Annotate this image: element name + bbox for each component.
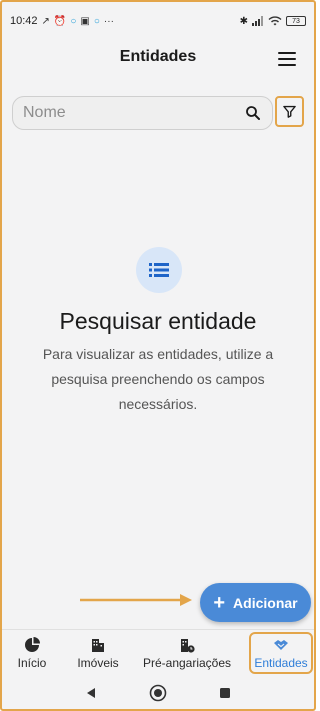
nav-item-imoveis[interactable]: Imóveis	[72, 632, 124, 674]
bluetooth-icon: ✱	[239, 15, 248, 27]
menu-line	[278, 64, 296, 66]
phone-screen: 10:42 ↗ ⏰ ○ ▣ ○ ··· ✱ 73 Entidades Nome …	[0, 0, 316, 711]
nav-item-inicio[interactable]: Início	[10, 632, 54, 674]
nav-label-imoveis: Imóveis	[77, 655, 119, 670]
nav-label-inicio: Início	[17, 655, 47, 670]
recents-icon[interactable]	[219, 687, 231, 699]
buildings-icon	[92, 638, 104, 652]
nav-label-pre-angariacoes: Pré-angariações	[142, 655, 232, 670]
circle-notification-icon-2: ○	[93, 15, 100, 27]
app-bar: Entidades	[2, 40, 314, 76]
nav-item-pre-angariacoes[interactable]: Pré-angariações	[138, 632, 236, 674]
empty-state-description: Para visualizar as entidades, utilize a …	[42, 346, 274, 412]
search-input[interactable]	[23, 104, 244, 122]
menu-line	[278, 58, 296, 60]
search-bar	[12, 96, 273, 130]
wifi-icon	[268, 16, 282, 26]
home-icon[interactable]	[149, 684, 167, 702]
status-bar: 10:42 ↗ ⏰ ○ ▣ ○ ··· ✱ 73	[2, 2, 314, 40]
missed-call-icon: ↗	[41, 15, 50, 27]
alarm-icon: ⏰	[53, 15, 67, 27]
filter-button[interactable]	[275, 96, 304, 127]
bottom-navigation: Início Imóveis Pré-angariações Entidades	[2, 629, 314, 675]
battery-icon: 73	[286, 16, 306, 26]
add-entity-button[interactable]: + Adicionar	[200, 583, 311, 622]
back-icon[interactable]	[85, 687, 97, 699]
signal-icon	[252, 16, 263, 26]
building-clock-icon	[181, 638, 195, 653]
nav-item-entidades[interactable]: Entidades	[249, 632, 313, 674]
more-notifications: ···	[103, 15, 114, 27]
app-notification-icon: ▣	[80, 15, 90, 27]
arrow-annotation-icon	[80, 594, 192, 606]
search-icon[interactable]	[244, 104, 262, 122]
status-time: 10:42	[10, 15, 38, 27]
handshake-icon	[274, 639, 288, 650]
hamburger-menu-icon[interactable]	[278, 52, 296, 66]
filter-icon	[283, 105, 296, 118]
nav-label-entidades: Entidades	[254, 655, 308, 670]
status-right: ✱ 73	[240, 16, 306, 27]
page-title: Entidades	[119, 48, 197, 65]
list-glyph	[149, 263, 169, 277]
status-left: 10:42 ↗ ⏰ ○ ▣ ○ ···	[10, 15, 114, 27]
menu-line	[278, 52, 296, 54]
pie-chart-icon	[25, 636, 40, 652]
circle-notification-icon: ○	[70, 15, 77, 27]
system-navigation-bar	[2, 675, 314, 709]
plus-icon: +	[213, 591, 226, 614]
empty-state-title: Pesquisar entidade	[59, 308, 257, 334]
add-button-label: Adicionar	[233, 594, 298, 611]
list-icon	[136, 247, 182, 293]
